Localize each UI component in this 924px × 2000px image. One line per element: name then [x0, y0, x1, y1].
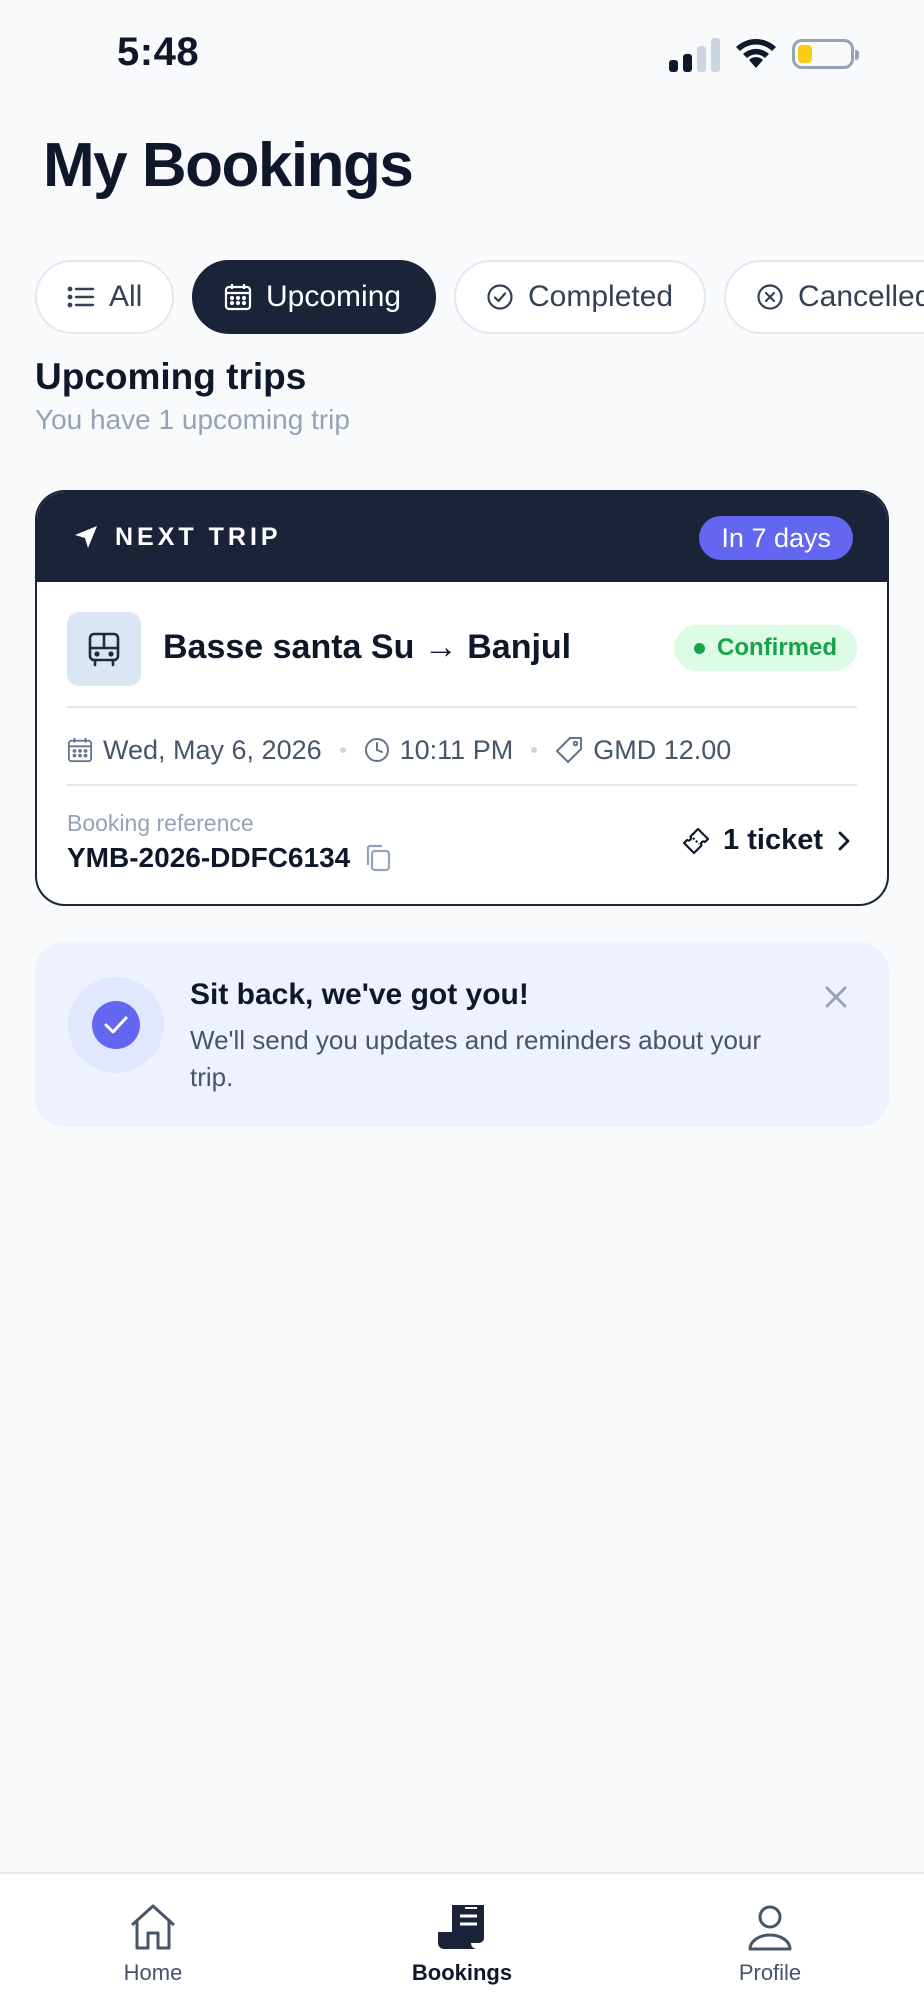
filter-chip-completed[interactable]: Completed — [454, 260, 706, 334]
filter-chip-all[interactable]: All — [35, 260, 174, 334]
banner-text: We'll send you updates and reminders abo… — [190, 1025, 762, 1092]
battery-icon — [792, 39, 859, 69]
nav-bookings[interactable]: Bookings — [382, 1902, 542, 1986]
filter-chip-label: Upcoming — [266, 280, 402, 313]
tickets-count: 1 ticket — [723, 824, 823, 856]
wifi-icon — [736, 39, 776, 68]
filter-chip-upcoming[interactable]: Upcoming — [192, 260, 436, 334]
ticket-icon — [682, 827, 710, 854]
nav-label: Bookings — [411, 1960, 513, 1985]
booking-reference-value: YMB-2026-DDFC6134 — [67, 842, 351, 873]
check-circle-icon — [487, 284, 513, 310]
filter-chip-label: Completed — [528, 280, 674, 313]
tickets-link[interactable]: 1 ticket — [681, 824, 853, 857]
route-text: Basse santa Su → Banjul — [163, 628, 572, 666]
meta-separator — [339, 747, 346, 753]
nav-label: Profile — [738, 1960, 802, 1985]
section-subtitle: You have 1 upcoming trip — [35, 404, 350, 435]
status-label: Confirmed — [717, 634, 837, 661]
close-icon[interactable] — [821, 982, 851, 1012]
nav-label: Home — [123, 1960, 183, 1985]
bookings-icon — [438, 1905, 484, 1949]
countdown-badge: In 7 days — [699, 516, 853, 560]
status-time: 5:48 — [117, 30, 200, 74]
trip-price: GMD 12.00 — [593, 734, 732, 765]
trip-time: 10:11 PM — [399, 734, 514, 765]
booking-reference: YMB-2026-DDFC6134 — [67, 842, 392, 874]
status-dot — [694, 642, 705, 654]
clock-icon — [364, 738, 389, 762]
info-banner: Sit back, we've got you! We'll send you … — [35, 942, 889, 1127]
route-row: Basse santa Su → Banjul Confirmed — [67, 612, 857, 686]
home-icon — [130, 1904, 176, 1950]
calendar-icon — [67, 737, 93, 763]
check-badge — [68, 977, 164, 1073]
divider — [67, 784, 857, 786]
banner-title: Sit back, we've got you! — [190, 978, 529, 1011]
page-title: My Bookings — [43, 131, 414, 200]
bottom-nav: Home Bookings Profile — [0, 1872, 924, 2000]
nav-profile[interactable]: Profile — [690, 1902, 850, 1986]
filter-chip-label: Cancelled — [798, 280, 924, 313]
meta-separator — [531, 747, 538, 753]
filter-chips: All Upcoming Completed Cancelled — [35, 260, 924, 334]
bus-icon-tile — [67, 612, 141, 686]
checkmark-icon — [104, 1016, 128, 1034]
copy-icon[interactable] — [364, 843, 392, 873]
trip-date: Wed, May 6, 2026 — [103, 734, 322, 765]
nav-home[interactable]: Home — [73, 1902, 233, 1986]
profile-icon — [748, 1905, 792, 1951]
chevron-right-icon — [838, 831, 850, 850]
trip-card-header: NEXT TRIP In 7 days — [37, 492, 887, 582]
list-icon — [67, 286, 95, 308]
trip-meta-row: Wed, May 6, 2026 10:11 PM GMD 12.00 — [67, 730, 731, 770]
navigation-arrow-icon — [75, 526, 97, 548]
calendar-icon — [224, 284, 252, 311]
bus-icon — [88, 632, 120, 667]
status-badge: Confirmed — [674, 625, 857, 671]
section-title: Upcoming trips — [35, 356, 307, 397]
booking-reference-label: Booking reference — [67, 810, 254, 836]
cellular-signal-icon — [669, 36, 720, 72]
trip-card[interactable]: NEXT TRIP In 7 days Basse santa Su → Ban… — [35, 490, 889, 906]
divider — [67, 706, 857, 708]
status-icons — [669, 36, 859, 72]
filter-chip-cancelled[interactable]: Cancelled — [724, 260, 924, 334]
next-trip-label: NEXT TRIP — [115, 522, 282, 551]
filter-chip-label: All — [109, 280, 143, 313]
price-tag-icon — [556, 737, 583, 763]
x-circle-icon — [757, 284, 783, 310]
status-bar: 5:48 — [0, 0, 924, 110]
